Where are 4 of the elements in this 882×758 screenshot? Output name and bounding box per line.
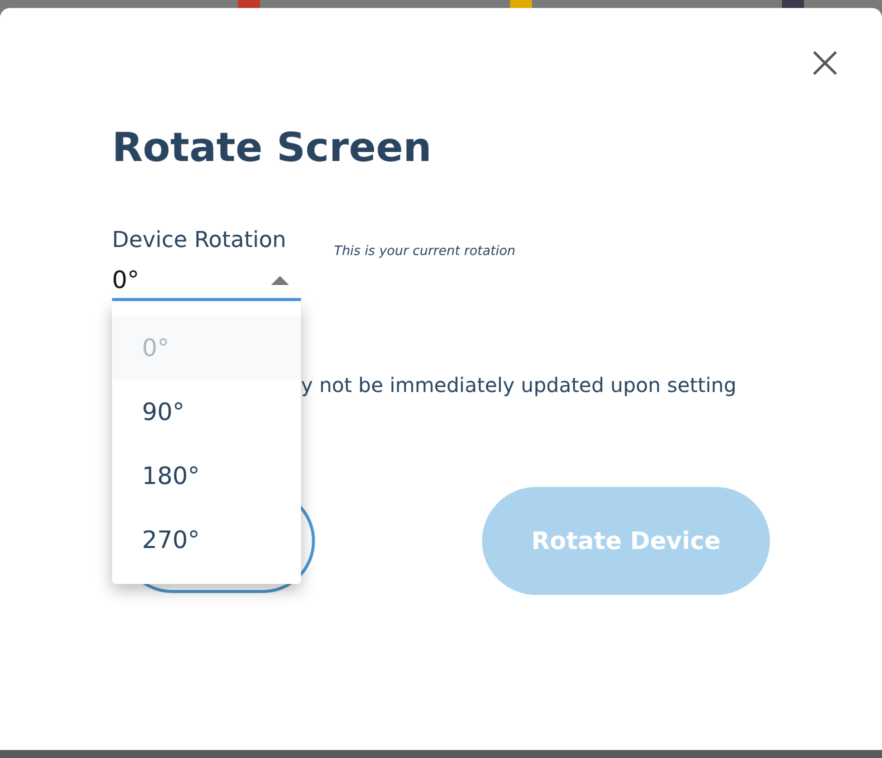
hint-text: This is your current rotation bbox=[334, 244, 516, 259]
note-text: y not be immediately updated upon setting bbox=[301, 373, 738, 397]
dialog-title: Rotate Screen bbox=[112, 124, 433, 173]
field-label: Device Rotation bbox=[112, 227, 288, 255]
